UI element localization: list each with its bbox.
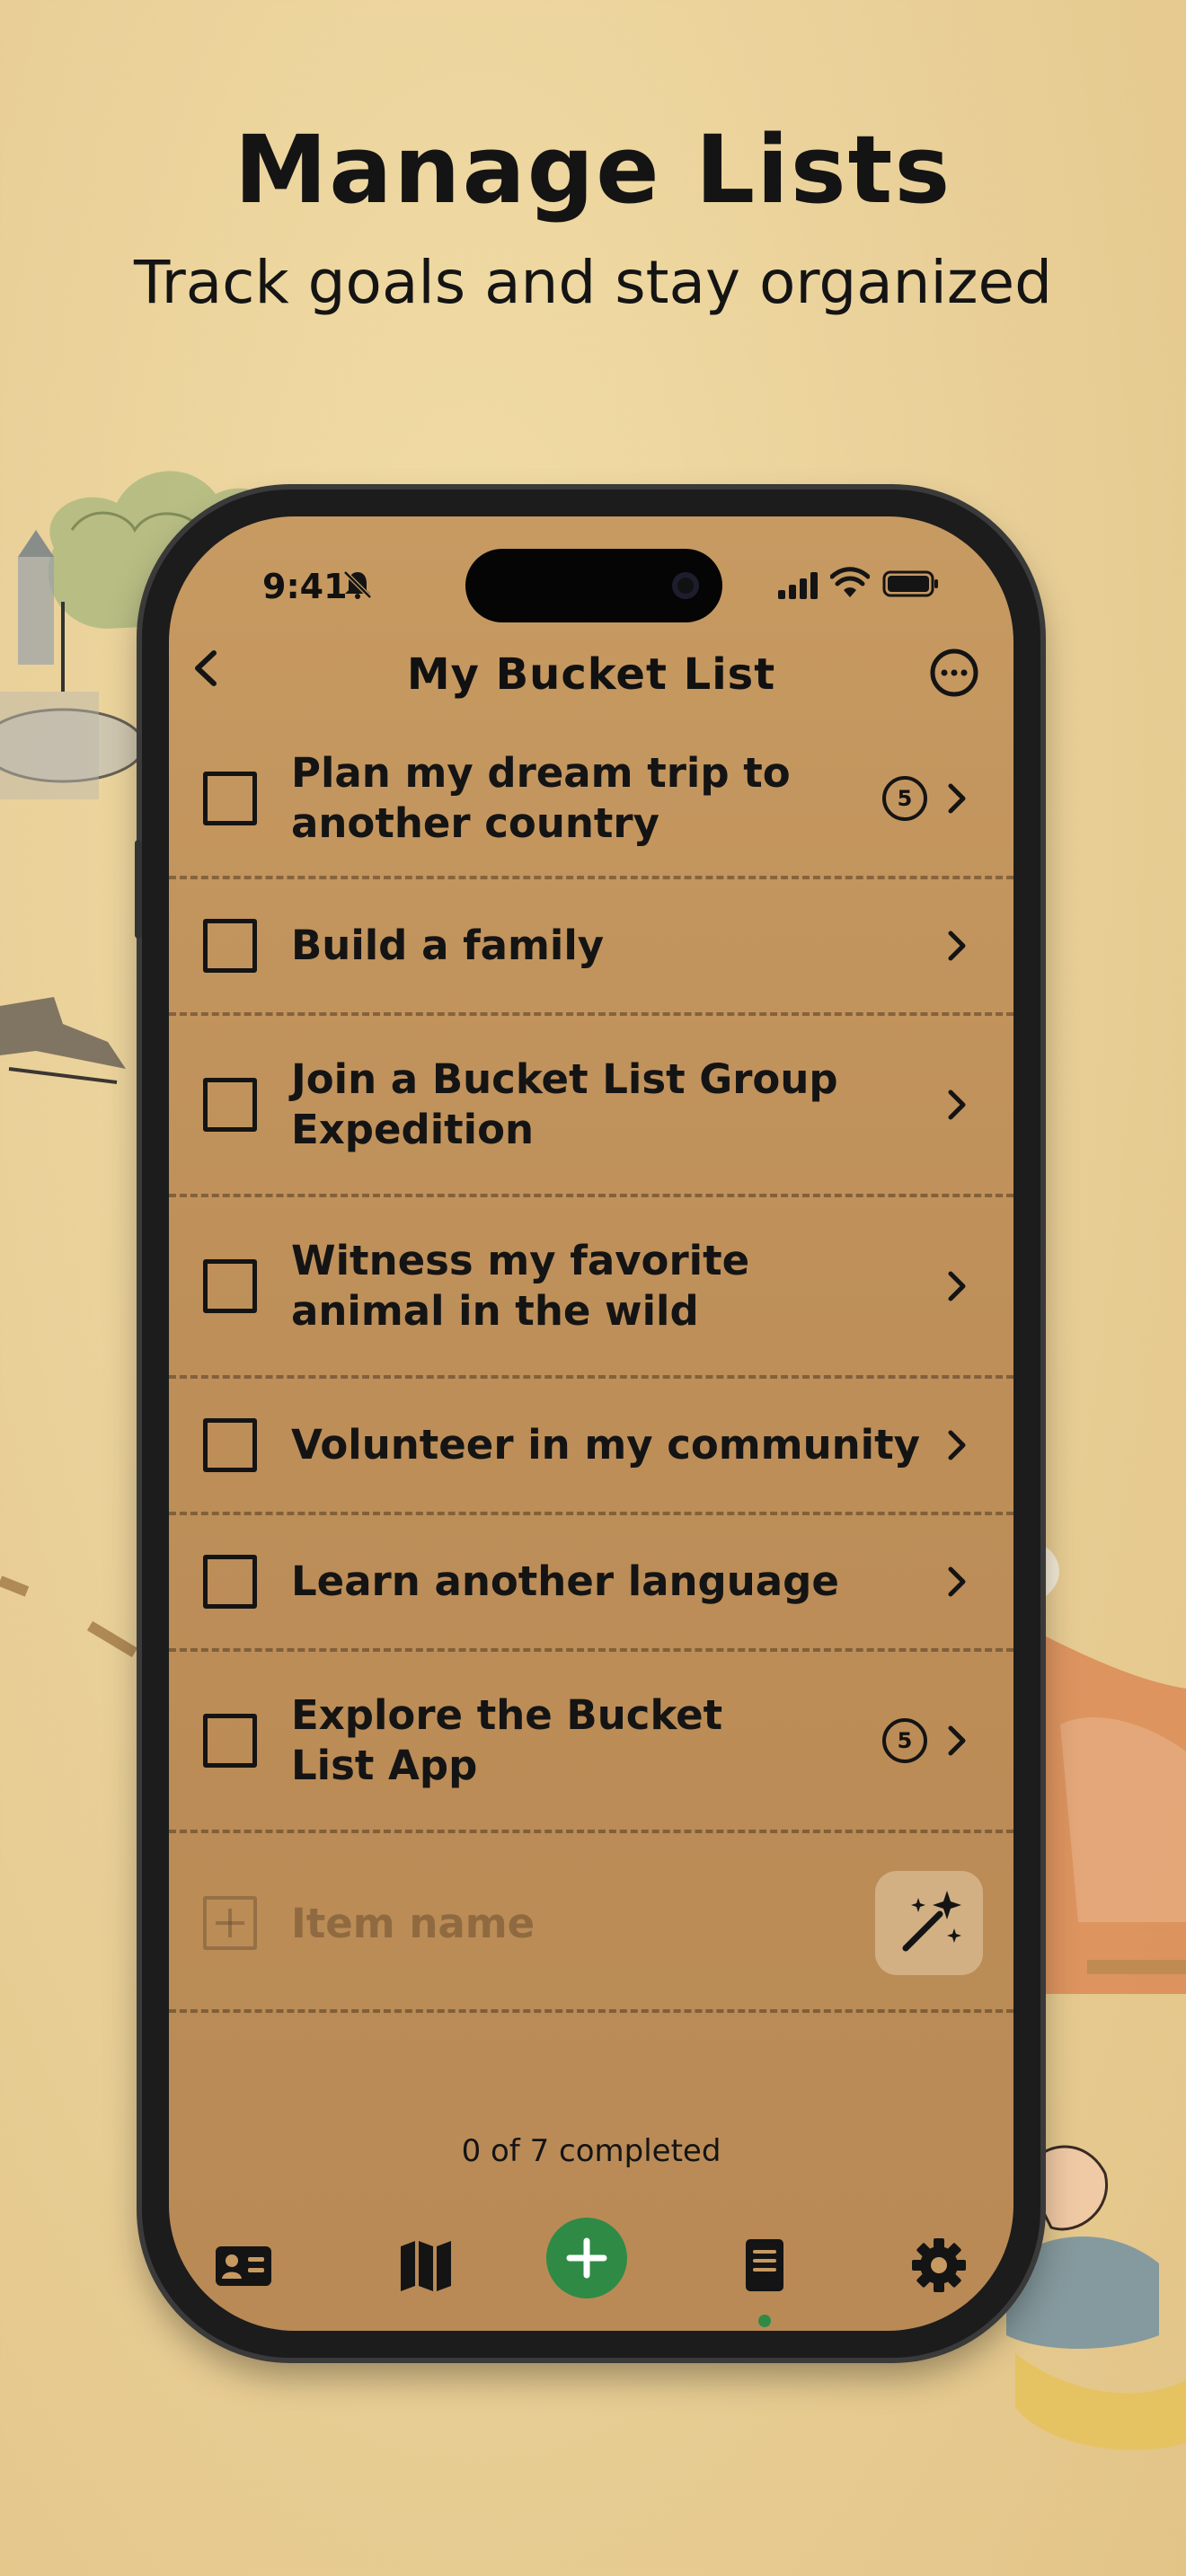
- notebook-icon: [746, 2239, 783, 2291]
- item-name-input[interactable]: [291, 1898, 830, 1948]
- chevron-right-icon: [948, 931, 966, 961]
- list-item-label: Explore the Bucket List App: [291, 1691, 723, 1789]
- checkbox[interactable]: [203, 1714, 257, 1768]
- list-item[interactable]: Join a Bucket List Group Expedition: [169, 1016, 1013, 1197]
- list-item[interactable]: Build a family: [169, 879, 1013, 1016]
- status-time: 9:41: [262, 567, 348, 606]
- chevron-right-icon: [948, 1725, 966, 1756]
- selected-tab-indicator: [758, 2315, 771, 2327]
- signal-icon: [778, 572, 818, 599]
- checkbox[interactable]: [203, 1259, 257, 1313]
- phone-side-button: [135, 840, 142, 939]
- list-item[interactable]: Plan my dream trip to another country 5: [169, 721, 1013, 879]
- battery-icon: [882, 570, 938, 597]
- tab-bar: [169, 2214, 1013, 2331]
- map-icon: [401, 2241, 451, 2291]
- tab-map[interactable]: [385, 2225, 465, 2306]
- dynamic-island: [465, 549, 722, 622]
- list-item[interactable]: Explore the Bucket List App 5: [169, 1652, 1013, 1833]
- magic-wand-icon: [902, 1891, 961, 1952]
- path-dashes: [0, 1575, 138, 1658]
- add-list-button[interactable]: [546, 2218, 627, 2298]
- list-item-label: Join a Bucket List Group Expedition: [291, 1055, 838, 1153]
- promo-headline: Manage Lists: [234, 115, 952, 225]
- list-item-label: Learn another language: [291, 1557, 839, 1605]
- chevron-right-icon: [948, 1566, 966, 1597]
- page-title: My Bucket List: [406, 649, 776, 700]
- tab-settings[interactable]: [898, 2225, 979, 2306]
- tab-profile[interactable]: [203, 2225, 284, 2306]
- subitem-count-badge: 5: [882, 1718, 927, 1763]
- list-item[interactable]: Learn another language: [169, 1515, 1013, 1652]
- skater-illustration: [0, 997, 126, 1084]
- checkbox[interactable]: [203, 919, 257, 973]
- completion-status: 0 of 7 completed: [461, 2133, 721, 2169]
- chevron-right-icon: [948, 1090, 966, 1120]
- chevron-right-icon: [948, 1430, 966, 1460]
- phone-frame: 9:41 My Bucket List Plan my dream trip t…: [135, 490, 1040, 2358]
- subitem-count-badge: 5: [882, 776, 927, 821]
- wifi-icon: [830, 567, 870, 597]
- list-item-label: Plan my dream trip to another country: [291, 749, 791, 847]
- tab-lists[interactable]: [724, 2225, 805, 2306]
- ellipsis-circle-icon[interactable]: [929, 648, 979, 698]
- checkbox[interactable]: [203, 1418, 257, 1472]
- checkbox[interactable]: [203, 1555, 257, 1609]
- promo-subheadline: Track goals and stay organized: [133, 248, 1052, 317]
- list-item-label: Volunteer in my community: [291, 1421, 920, 1469]
- gear-icon: [912, 2238, 966, 2292]
- list-item-label: Witness my favorite animal in the wild: [291, 1237, 750, 1335]
- app-screen: 9:41 My Bucket List Plan my dream trip t…: [169, 516, 1013, 2331]
- bucket-list: Plan my dream trip to another country 5 …: [169, 721, 1013, 2013]
- bell-slash-icon: [343, 570, 372, 599]
- plus-icon: [566, 2237, 607, 2279]
- list-item-label: Build a family: [291, 922, 605, 969]
- add-item-row: [169, 1833, 1013, 2013]
- chevron-right-icon: [948, 1271, 966, 1301]
- id-card-icon: [216, 2246, 271, 2286]
- checkbox[interactable]: [203, 772, 257, 825]
- magic-suggest-button[interactable]: [875, 1871, 983, 1975]
- list-item[interactable]: Witness my favorite animal in the wild: [169, 1197, 1013, 1379]
- list-item[interactable]: Volunteer in my community: [169, 1379, 1013, 1515]
- camera-icon: [672, 572, 699, 599]
- chevron-right-icon: [948, 783, 966, 814]
- add-item-icon: [203, 1896, 257, 1950]
- checkbox[interactable]: [203, 1078, 257, 1132]
